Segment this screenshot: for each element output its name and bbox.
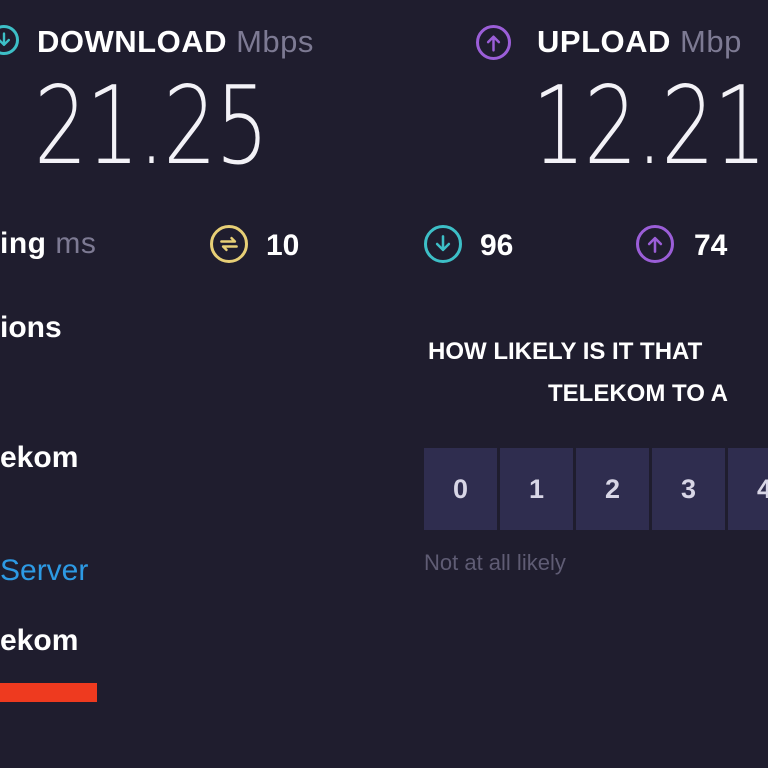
change-server-link[interactable]: Server [0,554,88,588]
rating-option-0[interactable]: 0 [424,448,497,530]
jitter-icon [210,225,248,263]
download-speed-value: 21.25 [34,64,269,189]
download-latency-value: 96 [480,229,514,262]
download-latency-icon [424,225,462,263]
provider-name: ekom [0,441,79,474]
survey-question-line2: TELEKOM TO A [548,380,728,407]
download-label-text: DOWNLOAD [37,24,227,59]
rating-option-4[interactable]: 4 [728,448,768,530]
redaction-bar [0,683,97,702]
rating-option-2[interactable]: 2 [576,448,649,530]
server-provider-name: ekom [0,624,79,657]
download-arrow-icon [0,25,19,55]
rating-low-hint: Not at all likely [424,550,566,575]
rating-scale: 0 1 2 3 4 [424,448,768,530]
upload-speed-value: 12.21 [532,64,767,189]
rating-option-3[interactable]: 3 [652,448,725,530]
upload-latency-value: 74 [694,229,728,262]
upload-unit: Mbp [680,24,742,59]
ping-unit: ms [55,227,97,260]
connections-label: ions [0,311,62,344]
ping-label: ing ms [0,227,96,261]
jitter-value: 10 [266,229,300,262]
ping-label-text: ing [0,227,47,260]
upload-label: UPLOAD Mbp [537,24,742,60]
download-unit: Mbps [236,24,314,59]
rating-option-1[interactable]: 1 [500,448,573,530]
upload-latency-icon [636,225,674,263]
upload-arrow-icon [476,25,511,60]
survey-question-line1: HOW LIKELY IS IT THAT [428,338,703,365]
upload-label-text: UPLOAD [537,24,671,59]
download-label: DOWNLOAD Mbps [37,24,314,60]
